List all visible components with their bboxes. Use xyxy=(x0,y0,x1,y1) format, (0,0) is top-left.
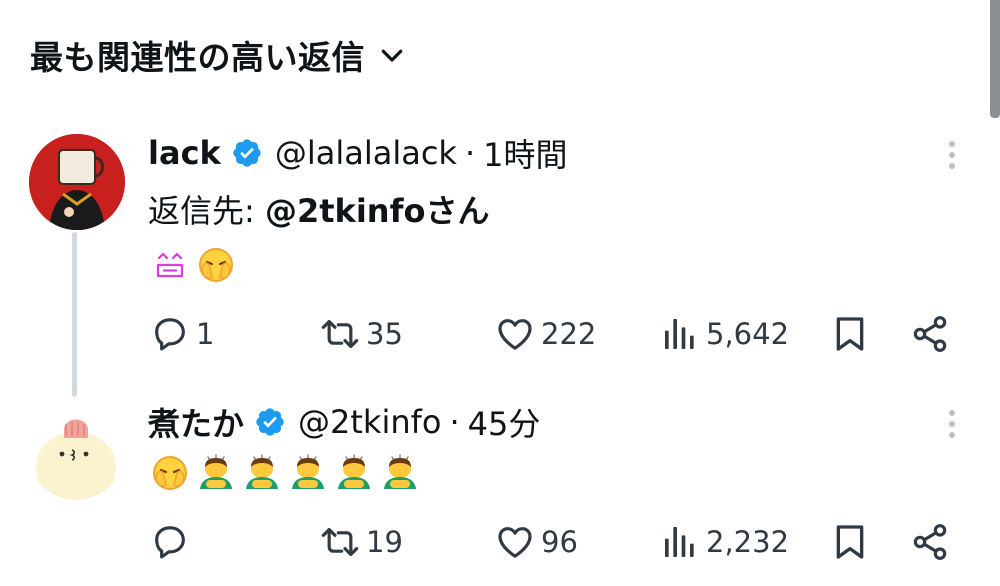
tweet-header: 煮たか @2tkinfo · 45分 xyxy=(148,400,540,444)
reply-icon xyxy=(150,522,190,562)
like-button[interactable]: 222 xyxy=(495,310,596,358)
sort-selector[interactable]: 最も関連性の高い返信 xyxy=(30,28,407,82)
like-button[interactable]: 96 xyxy=(495,518,578,566)
reply-to-suffix: さん xyxy=(425,192,490,230)
person-bowing-emoji xyxy=(196,453,236,493)
reply-to-prefix: 返信先: xyxy=(148,192,265,230)
retweet-button[interactable]: 19 xyxy=(320,518,403,566)
reply-button[interactable]: 1 xyxy=(150,310,214,358)
display-name[interactable]: 煮たか xyxy=(148,399,244,445)
avatar[interactable] xyxy=(29,134,125,230)
verified-badge-icon xyxy=(254,406,286,438)
like-count: 222 xyxy=(541,317,597,351)
face-in-hands-emoji xyxy=(196,245,236,285)
tweet-text xyxy=(150,245,236,285)
bookmark-button[interactable] xyxy=(830,518,870,566)
tweet-text xyxy=(150,453,420,493)
reply-count: 1 xyxy=(196,317,215,351)
share-icon xyxy=(910,522,950,562)
separator-dot: · xyxy=(449,403,460,441)
avatar[interactable] xyxy=(28,404,124,500)
person-bowing-emoji xyxy=(242,453,282,493)
view-count: 2,232 xyxy=(706,525,790,559)
bookmark-button[interactable] xyxy=(830,310,870,358)
reply-button[interactable] xyxy=(150,518,196,566)
views-button[interactable]: 2,232 xyxy=(660,518,789,566)
pink-kaomoji-face-emoji xyxy=(150,245,190,285)
face-in-hands-emoji xyxy=(150,453,190,493)
separator-dot: · xyxy=(464,134,476,172)
verified-badge-icon xyxy=(231,137,263,169)
views-bar-chart-icon xyxy=(660,522,700,562)
user-handle[interactable]: @2tkinfo xyxy=(298,403,441,441)
bookmark-icon xyxy=(830,314,870,354)
heart-icon xyxy=(495,314,535,354)
person-bowing-emoji xyxy=(288,453,328,493)
person-bowing-emoji xyxy=(334,453,374,493)
views-button[interactable]: 5,642 xyxy=(660,310,789,358)
heart-icon xyxy=(495,522,535,562)
tweet-actions: 19 96 2,232 xyxy=(150,518,950,566)
retweet-button[interactable]: 35 xyxy=(320,310,403,358)
timestamp[interactable]: 1時間 xyxy=(483,130,567,176)
user-handle[interactable]: @lalalalack xyxy=(275,134,457,172)
retweet-count: 35 xyxy=(366,317,403,351)
reply-to-line: 返信先: @2tkinfoさん xyxy=(148,186,489,232)
more-options-icon[interactable] xyxy=(948,410,956,438)
share-icon xyxy=(910,314,950,354)
retweet-count: 19 xyxy=(366,525,403,559)
like-count: 96 xyxy=(541,525,578,559)
timestamp[interactable]: 45分 xyxy=(468,399,541,445)
display-name[interactable]: lack xyxy=(148,134,221,172)
share-button[interactable] xyxy=(910,518,950,566)
views-bar-chart-icon xyxy=(660,314,700,354)
sort-label: 最も関連性の高い返信 xyxy=(30,38,365,77)
retweet-icon xyxy=(320,314,360,354)
share-button[interactable] xyxy=(910,310,950,358)
retweet-icon xyxy=(320,522,360,562)
reply-icon xyxy=(150,314,190,354)
bookmark-icon xyxy=(830,522,870,562)
scrollbar-thumb[interactable] xyxy=(990,0,1000,118)
tweet-header: lack @lalalalack · 1時間 xyxy=(148,131,567,175)
person-bowing-emoji xyxy=(380,453,420,493)
view-count: 5,642 xyxy=(706,317,790,351)
more-options-icon[interactable] xyxy=(948,141,956,169)
chevron-down-icon xyxy=(381,49,403,62)
tweet-actions: 1 35 222 5,642 xyxy=(150,310,950,358)
thread-connector-line xyxy=(72,232,77,397)
reply-to-mention[interactable]: @2tkinfo xyxy=(265,192,426,230)
